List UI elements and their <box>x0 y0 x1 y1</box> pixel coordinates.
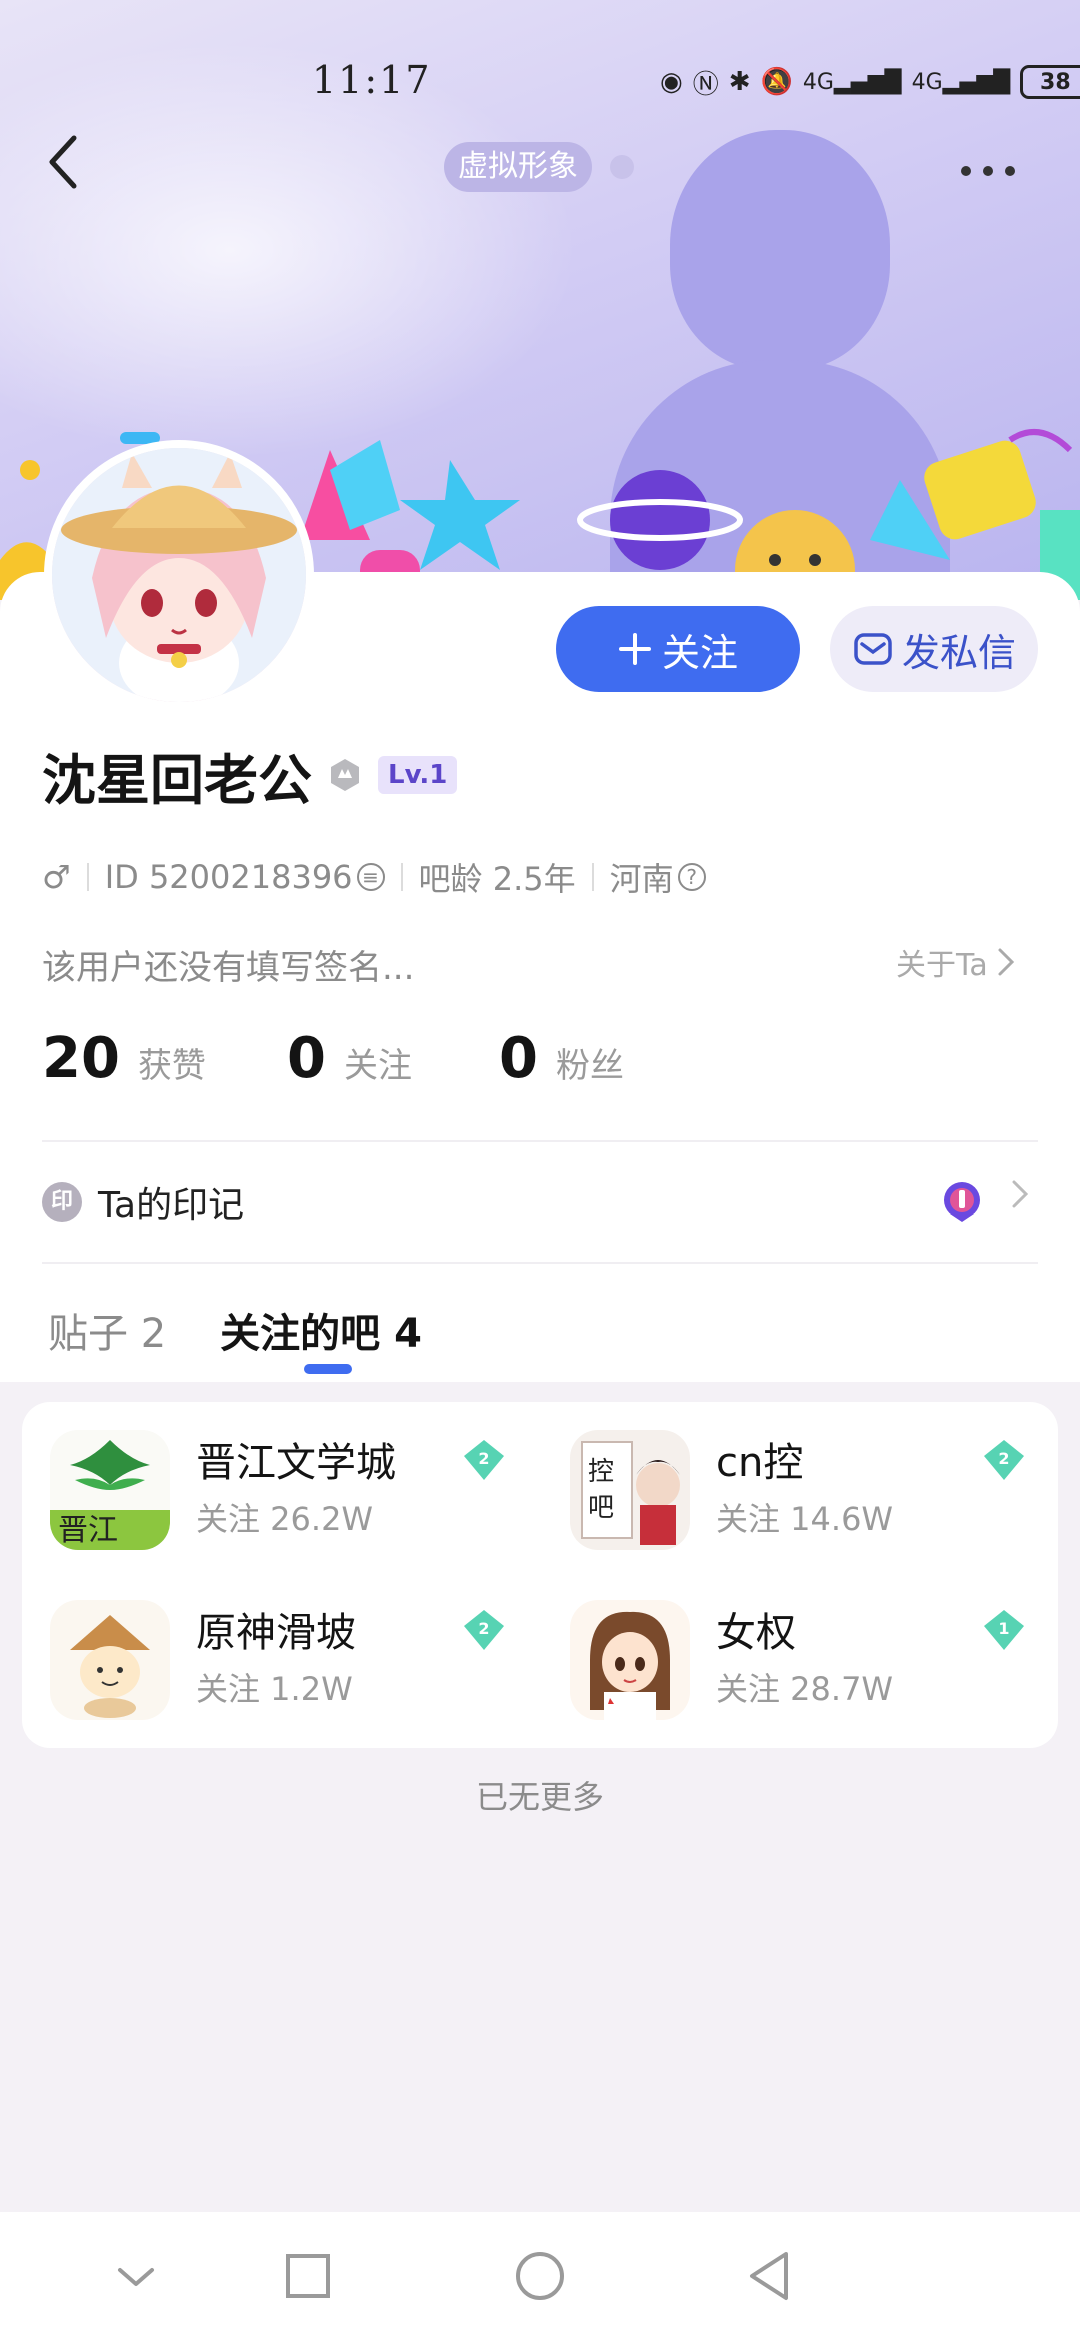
profile-page: 11:17 ◉ Ⓝ ✱ 🔕 4G▂▄▆█ 4G▂▄▆█ 38 虚拟形象 关注 发… <box>0 0 1080 2340</box>
svg-text:2: 2 <box>478 1619 489 1638</box>
bar-level-gem-icon: 1 <box>984 1610 1024 1650</box>
stat-value: 0 <box>287 1026 326 1091</box>
system-navigation-bar <box>0 2212 1080 2340</box>
tab-posts[interactable]: 贴子 2 <box>48 1301 166 1359</box>
tab-indicator <box>304 1364 352 1374</box>
bar-name: 原神滑坡 <box>196 1610 356 1656</box>
help-icon[interactable]: ? <box>677 863 706 891</box>
bluetooth-icon: ✱ <box>728 67 751 97</box>
mark-stamp-icon: 印 <box>42 1182 82 1222</box>
bar-followers: 关注 14.6W <box>716 1500 894 1538</box>
more-options-icon[interactable] <box>958 138 1018 198</box>
stat-value: 0 <box>499 1026 538 1091</box>
bar-followers: 关注 26.2W <box>196 1500 374 1538</box>
bar-level-gem-icon: 2 <box>464 1610 504 1650</box>
svg-text:吧: 吧 <box>588 1493 614 1523</box>
bar-avatar <box>50 1600 170 1720</box>
stat-label: 获赞 <box>137 1046 206 1086</box>
nfc-icon: Ⓝ <box>692 69 719 100</box>
back-button[interactable] <box>44 132 94 202</box>
virtual-avatar-pill[interactable]: 虚拟形象 <box>444 142 592 192</box>
message-button-label: 发私信 <box>901 630 1016 675</box>
stat-following[interactable]: 0 关注 <box>287 1026 499 1091</box>
hd-call-icon: ◉ <box>660 67 683 97</box>
divider <box>42 1262 1038 1264</box>
bar-item-cn[interactable]: 控吧 cn控 关注 14.6W 2 <box>542 1402 1042 1550</box>
stat-likes: 20 获赞 <box>42 1026 287 1091</box>
marks-row[interactable]: 印 Ta的印记 <box>42 1170 1038 1234</box>
battery-icon: 38 <box>1020 65 1080 99</box>
chevron-right-icon <box>998 948 1014 976</box>
mute-icon: 🔕 <box>760 67 793 97</box>
about-link[interactable]: 关于Ta <box>896 940 1016 984</box>
followed-bars-list: 晋江 晋江文学城 关注 26.2W 2 控吧 cn控 关注 14.6W 2 原神… <box>22 1402 1058 1748</box>
status-time: 11:17 <box>312 58 432 102</box>
profile-tabs: 贴子 2 关注的吧 4 <box>48 1290 422 1370</box>
about-label: 关于Ta <box>896 948 988 983</box>
status-icons: ◉ Ⓝ ✱ 🔕 4G▂▄▆█ 4G▂▄▆█ 38 <box>660 60 1080 104</box>
message-button[interactable]: 发私信 <box>830 606 1038 692</box>
chevron-down-icon[interactable] <box>106 2246 166 2306</box>
bar-name: cn控 <box>716 1440 804 1486</box>
bar-followers: 关注 1.2W <box>196 1670 353 1708</box>
username: 沈星回老公 <box>42 748 312 812</box>
svg-text:控: 控 <box>588 1457 614 1487</box>
svg-text:2: 2 <box>478 1449 489 1468</box>
profile-meta: ♂ ID 5200218396 ≡ 吧龄 2.5年 河南 ? <box>42 852 706 902</box>
follow-button[interactable]: 关注 <box>556 606 800 692</box>
location: 河南 <box>609 860 674 898</box>
copy-id-icon[interactable]: ≡ <box>356 863 385 891</box>
stat-label: 粉丝 <box>555 1046 624 1086</box>
bar-level-gem-icon: 2 <box>984 1440 1024 1480</box>
signature: 该用户还没有填写签名... <box>42 948 415 988</box>
recents-square-icon[interactable] <box>278 2246 338 2306</box>
pill-indicator-dot <box>610 155 634 179</box>
bar-item-genshin[interactable]: 原神滑坡 关注 1.2W 2 <box>22 1572 522 1720</box>
home-circle-icon[interactable] <box>510 2246 570 2306</box>
chevron-right-icon <box>1012 1180 1029 1208</box>
tab-followed-bars[interactable]: 关注的吧 4 <box>220 1301 422 1359</box>
svg-text:晋江: 晋江 <box>58 1513 118 1548</box>
user-id: ID 5200218396 <box>104 858 353 896</box>
plus-icon <box>618 633 651 665</box>
bar-avatar <box>570 1600 690 1720</box>
list-end-text: 已无更多 <box>475 1778 604 1816</box>
bar-item-feminism[interactable]: 女权 关注 28.7W 1 <box>542 1572 1042 1720</box>
bar-avatar: 控吧 <box>570 1430 690 1550</box>
bar-level-gem-icon: 2 <box>464 1440 504 1480</box>
stat-value: 20 <box>42 1026 120 1091</box>
bar-followers: 关注 28.7W <box>716 1670 894 1708</box>
bar-name: 女权 <box>716 1610 796 1656</box>
svg-text:1: 1 <box>998 1619 1009 1638</box>
mark-medal-icon <box>944 1182 980 1222</box>
svg-text:2: 2 <box>998 1449 1009 1468</box>
divider <box>42 1140 1038 1142</box>
gender-male-icon: ♂ <box>42 858 71 896</box>
marks-label: Ta的印记 <box>98 1185 245 1226</box>
follow-button-label: 关注 <box>661 630 738 675</box>
signal-4g-icon-2: 4G▂▄▆█ <box>911 69 1011 95</box>
profile-avatar[interactable] <box>44 440 314 710</box>
mail-icon <box>854 633 892 665</box>
bar-item-jinjiang[interactable]: 晋江 晋江文学城 关注 26.2W 2 <box>22 1402 522 1550</box>
bar-avatar: 晋江 <box>50 1430 170 1550</box>
level-tag: Lv.1 <box>378 756 458 794</box>
stats-row: 20 获赞 0 关注 0 粉丝 <box>42 1026 624 1096</box>
name-row: 沈星回老公 Lv.1 <box>42 740 458 812</box>
level-badge-icon <box>331 759 359 791</box>
signal-4g-icon: 4G▂▄▆█ <box>802 69 902 95</box>
status-bar: 11:17 ◉ Ⓝ ✱ 🔕 4G▂▄▆█ 4G▂▄▆█ 38 <box>0 52 1080 112</box>
stat-label: 关注 <box>343 1046 412 1086</box>
stat-fans[interactable]: 0 粉丝 <box>499 1026 624 1091</box>
bar-name: 晋江文学城 <box>196 1440 396 1486</box>
bar-age: 吧龄 2.5年 <box>418 860 576 898</box>
avatar-silhouette <box>670 130 890 370</box>
back-triangle-icon[interactable] <box>740 2246 800 2306</box>
